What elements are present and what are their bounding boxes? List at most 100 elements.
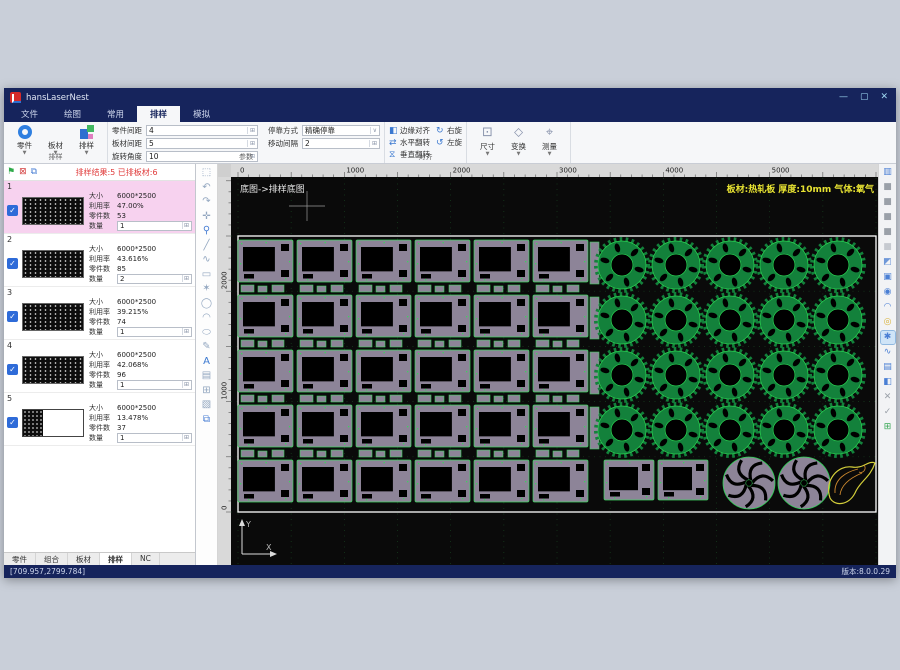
keypad-icon[interactable]: ⊞ (182, 275, 189, 282)
测量-button[interactable]: ⌖测量▼ (537, 125, 562, 156)
arc-icon[interactable]: ◠ (202, 312, 211, 323)
result-checkbox[interactable]: ✓ (7, 311, 18, 322)
maximize-button[interactable]: ▢ (860, 93, 869, 102)
nesting-canvas[interactable]: 0100020003000400050006000010002000底图->排样… (218, 164, 878, 565)
右旋-button[interactable]: ↻右旋 (436, 125, 462, 136)
close-button[interactable]: ✕ (880, 93, 888, 102)
变换-button[interactable]: ⬦变换▼ (506, 125, 531, 156)
circle-icon[interactable]: ◯ (201, 298, 212, 309)
monitor-icon[interactable]: ▣ (881, 271, 895, 284)
layer-icon[interactable]: ⧉ (203, 414, 210, 425)
keypad-icon[interactable]: ⊞ (182, 222, 189, 229)
select-icon[interactable]: ⬚ (202, 167, 211, 178)
rect-icon[interactable]: ▭ (202, 269, 211, 280)
result-card-5[interactable]: 5✓大小6000*2500利用率13.478%零件数37数量1⊞ (4, 393, 195, 446)
settings-icon[interactable]: ✱ (881, 331, 895, 344)
quantity-input[interactable]: 1⊞ (117, 221, 192, 231)
尺寸-button[interactable]: ⊡尺寸▼ (475, 125, 500, 156)
板材-button[interactable]: 板材▼ (43, 125, 68, 155)
text-icon[interactable]: A (203, 356, 210, 367)
param-input-移动间隔[interactable]: 2⊞ (302, 138, 380, 149)
sidebar-tab-NC[interactable]: NC (132, 553, 160, 565)
save-view-icon[interactable]: ▥ (881, 166, 895, 179)
quantity-input[interactable]: 1⊞ (117, 433, 192, 443)
quantity-input[interactable]: 1⊞ (117, 380, 192, 390)
keypad-icon[interactable]: ⊞ (369, 140, 377, 147)
run-icon[interactable]: ⚑ (7, 167, 15, 177)
redo-icon[interactable]: ↷ (202, 196, 210, 207)
polyline-icon[interactable]: ∿ (202, 254, 210, 265)
sidebar-tab-排样[interactable]: 排样 (100, 553, 132, 565)
window1-icon[interactable]: ▤ (881, 361, 895, 374)
quantity-input[interactable]: 2⊞ (117, 274, 192, 284)
keypad-icon[interactable]: ⊞ (247, 140, 255, 147)
sidebar-tab-零件[interactable]: 零件 (4, 553, 36, 565)
tab-文件[interactable]: 文件 (8, 106, 51, 122)
fit-icon[interactable]: ◩ (881, 256, 895, 269)
zoom-icon[interactable]: ⚲ (203, 225, 210, 236)
block4-icon[interactable]: ■ (881, 226, 895, 239)
nest-grid-icon[interactable]: ⊞ (881, 421, 895, 434)
wave-icon[interactable]: ∿ (881, 346, 895, 359)
minimize-button[interactable]: — (839, 93, 848, 102)
field-label: 数量 (89, 433, 117, 443)
line-icon[interactable]: ╱ (203, 240, 209, 251)
sidebar-tab-板材[interactable]: 板材 (68, 553, 100, 565)
result-checkbox[interactable]: ✓ (7, 364, 18, 375)
keypad-icon[interactable]: ⊞ (182, 434, 189, 441)
param-input-停靠方式[interactable]: 精确停靠∨ (302, 125, 380, 136)
result-card-3[interactable]: 3✓大小6000*2500利用率39.215%零件数74数量1⊞ (4, 287, 195, 340)
result-card-4[interactable]: 4✓大小6000*2500利用率42.068%零件数96数量1⊞ (4, 340, 195, 393)
block5-icon[interactable]: ■ (881, 241, 895, 254)
block3-icon[interactable]: ■ (881, 211, 895, 224)
result-fields: 大小6000*2500利用率43.616%零件数85数量2⊞ (89, 244, 192, 283)
result-card-1[interactable]: 1✓大小6000*2500利用率47.00%零件数53数量1⊞ (4, 181, 195, 234)
result-checkbox[interactable]: ✓ (7, 258, 18, 269)
preview-icon[interactable]: ◉ (881, 286, 895, 299)
result-checkbox[interactable]: ✓ (7, 417, 18, 428)
dropdown-arrow-icon[interactable]: ▼ (517, 152, 521, 156)
check-small-icon[interactable]: ✓ (881, 406, 895, 419)
canvas-svg[interactable]: 0100020003000400050006000010002000底图->排样… (218, 164, 878, 565)
keypad-icon[interactable]: ⊞ (182, 328, 189, 335)
copy-icon[interactable]: ⧉ (31, 167, 37, 177)
sidebar-tabs: 零件组合板材排样NC (4, 552, 195, 565)
result-checkbox[interactable]: ✓ (7, 205, 18, 216)
pan-icon[interactable]: ✛ (202, 211, 210, 222)
左旋-button[interactable]: ↺左旋 (436, 137, 462, 148)
delete-icon[interactable]: ⊠ (19, 167, 27, 177)
tab-排样[interactable]: 排样 (137, 106, 180, 122)
half-icon[interactable]: ◧ (881, 376, 895, 389)
keypad-icon[interactable]: ⊞ (247, 127, 255, 134)
dropdown-arrow-icon[interactable]: ▼ (548, 152, 552, 156)
star-icon[interactable]: ✶ (202, 283, 210, 294)
grid-icon[interactable]: ⊞ (202, 385, 210, 396)
边缘对齐-button[interactable]: ◧边缘对齐 (389, 125, 430, 136)
尺寸-icon: ⊡ (482, 125, 493, 140)
nesting-thumbnail (22, 250, 84, 278)
chevron-down-icon[interactable]: ∨ (370, 127, 377, 134)
dropdown-arrow-icon[interactable]: ▼ (486, 152, 490, 156)
ellipse-icon[interactable]: ⬭ (202, 327, 211, 338)
sphere-icon[interactable]: ◎ (881, 316, 895, 329)
result-card-2[interactable]: 2✓大小6000*2500利用率43.616%零件数85数量2⊞ (4, 234, 195, 287)
pen-icon[interactable]: ✎ (202, 341, 210, 352)
keypad-icon[interactable]: ⊞ (182, 381, 189, 388)
quantity-input[interactable]: 1⊞ (117, 327, 192, 337)
tab-模拟[interactable]: 模拟 (180, 106, 223, 122)
tab-绘图[interactable]: 绘图 (51, 106, 94, 122)
undo-icon[interactable]: ↶ (202, 182, 210, 193)
param-input-零件间距[interactable]: 4⊞ (146, 125, 258, 136)
block2-icon[interactable]: ■ (881, 196, 895, 209)
orbit-icon[interactable]: ◠ (881, 301, 895, 314)
tab-常用[interactable]: 常用 (94, 106, 137, 122)
hatch-icon[interactable]: ▧ (202, 399, 211, 410)
水平翻转-button[interactable]: ⇄水平翻转 (389, 137, 430, 148)
sidebar-tab-组合[interactable]: 组合 (36, 553, 68, 565)
排样-button[interactable]: 排样▼ (74, 125, 99, 155)
close-small-icon[interactable]: ✕ (881, 391, 895, 404)
零件-button[interactable]: 零件▼ (12, 125, 37, 155)
table-icon[interactable]: ▤ (202, 370, 211, 381)
param-input-板材间距[interactable]: 5⊞ (146, 138, 258, 149)
block1-icon[interactable]: ■ (881, 181, 895, 194)
